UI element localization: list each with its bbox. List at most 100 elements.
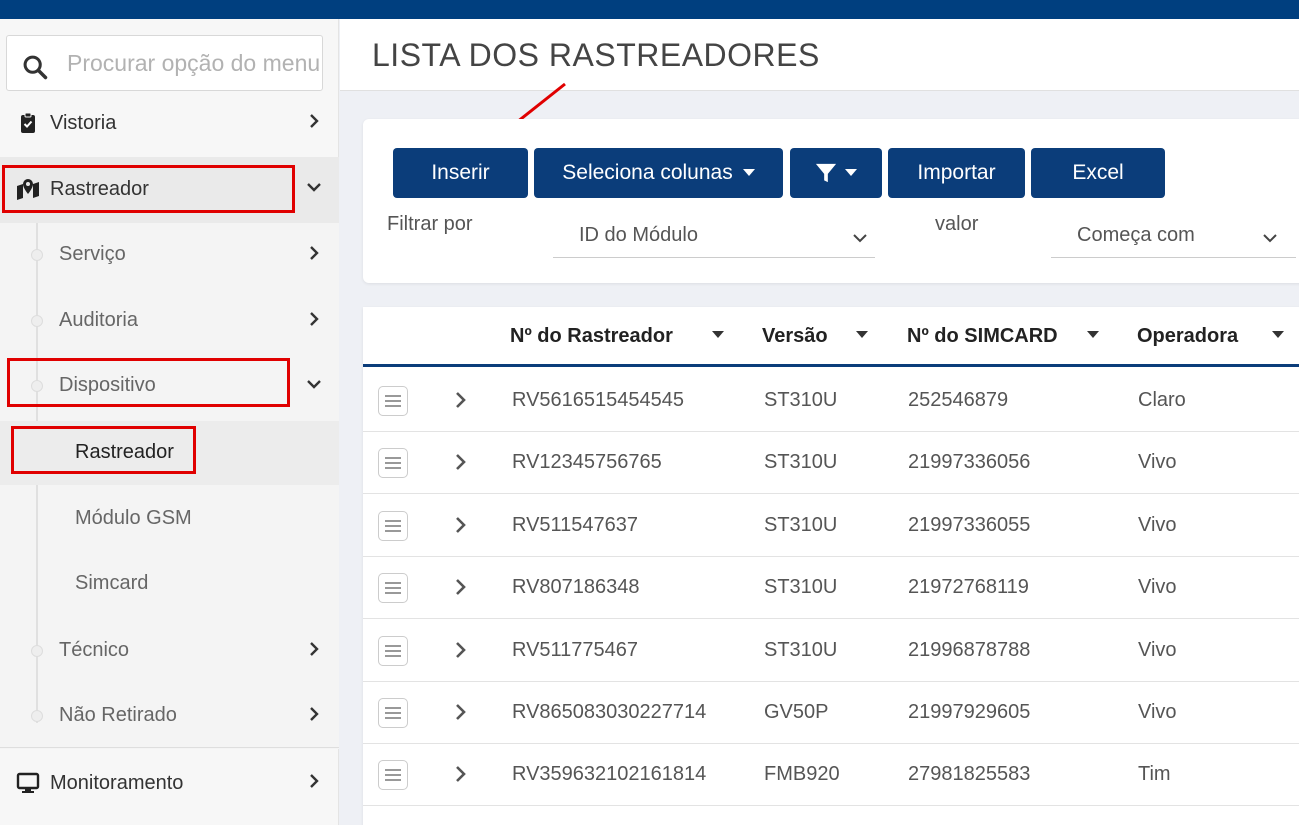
column-header-versao[interactable]: Versão [762, 325, 828, 348]
cell-operadora: Vivo [1138, 513, 1177, 536]
sidebar-item-vistoria[interactable]: Vistoria [0, 91, 339, 155]
table-row[interactable]: RV865083030227714 GV50P 21997929605 Vivo [363, 682, 1299, 744]
chevron-down-icon [853, 234, 867, 243]
tree-dot [31, 249, 43, 261]
cell-simcard: 252546879 [908, 389, 1009, 411]
annotation-box-dispositivo [7, 358, 290, 407]
row-menu-button[interactable] [378, 635, 408, 666]
chevron-right-icon[interactable] [454, 516, 468, 534]
search-input[interactable] [67, 46, 319, 80]
sidebar-item-label: Vistoria [50, 111, 117, 134]
row-menu-button[interactable] [378, 760, 408, 791]
annotation-box-rastreador [2, 165, 295, 213]
top-bar [0, 0, 1299, 19]
caret-down-icon [845, 169, 857, 176]
cell-versao: ST310U [764, 576, 838, 599]
cell-versao: ST310U [764, 389, 838, 411]
clipboard-check-icon [21, 112, 35, 133]
chevron-right-icon [310, 642, 319, 656]
chevron-right-icon[interactable] [454, 641, 468, 659]
sidebar-item-label: Módulo GSM [75, 507, 192, 529]
cell-simcard: 21996878788 [908, 638, 1031, 661]
cell-simcard: 27981825583 [908, 763, 1031, 786]
cell-operadora: Vivo [1138, 451, 1177, 474]
select-value: ID do Módulo [579, 224, 698, 246]
sidebar-item-monitoramento[interactable]: Monitoramento [0, 751, 339, 815]
sidebar-item-modulo-gsm[interactable]: Módulo GSM [0, 487, 339, 551]
cell-versao: ST310U [764, 638, 838, 661]
cell-rastreador: RV865083030227714 [512, 701, 707, 723]
chevron-right-icon [310, 312, 319, 326]
chevron-right-icon[interactable] [454, 578, 468, 596]
chevron-right-icon [310, 114, 319, 128]
cell-simcard: 21997929605 [908, 701, 1031, 723]
table-header: Nº do Rastreador Versão Nº do SIMCARD Op… [363, 307, 1299, 367]
sort-caret-icon[interactable] [712, 331, 724, 339]
sidebar-item-simcard[interactable]: Simcard [0, 552, 339, 616]
search-icon [23, 55, 48, 80]
chevron-down-icon [307, 380, 321, 389]
table-row[interactable]: RV807186348 ST310U 21972768119 Vivo [363, 557, 1299, 620]
sidebar: Vistoria Rastreador Serviço Auditoria Di… [0, 19, 339, 825]
cell-rastreador: RV807186348 [512, 576, 640, 599]
seleciona-colunas-button[interactable]: Seleciona colunas [534, 148, 783, 198]
cell-versao: GV50P [764, 701, 829, 723]
filtrar-por-label: Filtrar por [387, 213, 473, 235]
chevron-right-icon[interactable] [454, 391, 468, 409]
chevron-right-icon[interactable] [454, 453, 468, 471]
column-header-rastreador[interactable]: Nº do Rastreador [510, 325, 673, 348]
menu-search [6, 35, 323, 91]
row-menu-button[interactable] [378, 386, 408, 416]
sort-caret-icon[interactable] [1272, 331, 1284, 339]
sidebar-item-tecnico[interactable]: Técnico [0, 619, 339, 683]
tree-dot [31, 315, 43, 327]
row-menu-button[interactable] [378, 573, 408, 604]
inserir-button[interactable]: Inserir [393, 148, 528, 198]
select-value: Começa com [1077, 224, 1195, 246]
row-menu-button[interactable] [378, 448, 408, 479]
sidebar-item-label: Auditoria [59, 309, 138, 331]
sort-caret-icon[interactable] [1087, 331, 1099, 339]
table-row[interactable]: RV5616515454545 ST310U 252546879 Claro [363, 370, 1299, 432]
chevron-right-icon [310, 774, 319, 788]
chevron-right-icon[interactable] [454, 765, 468, 783]
sidebar-item-servico[interactable]: Serviço [0, 223, 339, 287]
page-header: LISTA DOS RASTREADORES [340, 19, 1299, 91]
sort-caret-icon[interactable] [856, 331, 868, 339]
chevron-right-icon[interactable] [454, 703, 468, 721]
row-menu-button[interactable] [378, 510, 408, 541]
cell-simcard: 21997336055 [908, 513, 1031, 536]
tree-dot [31, 645, 43, 657]
cell-operadora: Vivo [1138, 576, 1177, 599]
cell-rastreador: RV5616515454545 [512, 389, 685, 411]
column-header-operadora[interactable]: Operadora [1137, 325, 1238, 348]
chevron-right-icon [310, 707, 319, 721]
sidebar-item-auditoria[interactable]: Auditoria [0, 289, 339, 353]
sidebar-item-label: Serviço [59, 243, 126, 265]
cell-operadora: Vivo [1138, 638, 1177, 661]
cell-rastreador: RV511547637 [512, 513, 639, 536]
tree-dot [31, 710, 43, 722]
filter-operator-select[interactable]: Começa com [1051, 218, 1296, 258]
table-row[interactable]: RV12345756765 ST310U 21997336056 Vivo [363, 432, 1299, 495]
cell-rastreador: RV511775467 [512, 638, 639, 661]
column-header-simcard[interactable]: Nº do SIMCARD [907, 325, 1058, 348]
divider [0, 747, 339, 748]
filter-button[interactable] [790, 148, 882, 198]
filter-field-select[interactable]: ID do Módulo [553, 218, 875, 258]
toolbar-card: Inserir Seleciona colunas Importar Excel… [363, 119, 1299, 283]
cell-rastreador: RV359632102161814 [512, 763, 707, 786]
excel-button[interactable]: Excel [1031, 148, 1165, 198]
chevron-down-icon [307, 183, 321, 192]
cell-operadora: Tim [1138, 763, 1171, 786]
row-menu-button[interactable] [378, 698, 408, 728]
table-row[interactable]: RV511547637 ST310U 21997336055 Vivo [363, 495, 1299, 557]
table-row[interactable]: RV359632102161814 FMB920 27981825583 Tim [363, 744, 1299, 807]
table-row[interactable]: RV511775467 ST310U 21996878788 Vivo [363, 620, 1299, 682]
monitor-icon [16, 772, 40, 793]
importar-button[interactable]: Importar [888, 148, 1025, 198]
cell-simcard: 21972768119 [908, 576, 1029, 599]
cell-operadora: Vivo [1138, 701, 1177, 723]
caret-down-icon [742, 169, 755, 176]
sidebar-item-nao-retirado[interactable]: Não Retirado [0, 684, 339, 748]
